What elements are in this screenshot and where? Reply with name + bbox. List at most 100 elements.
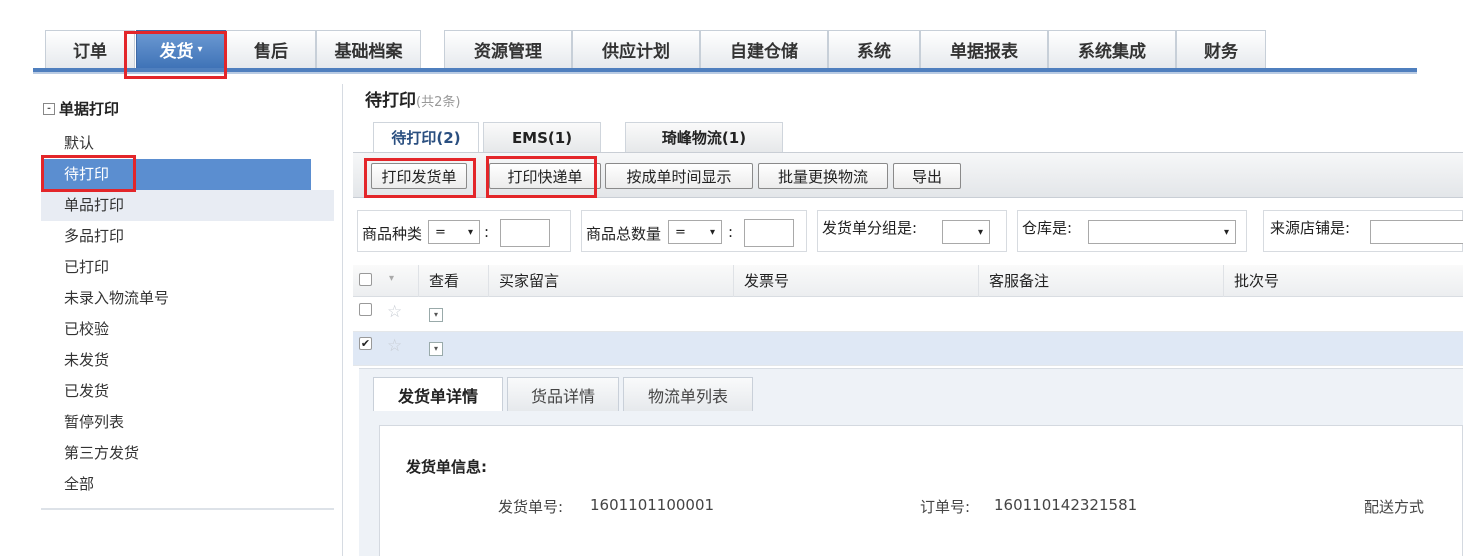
- print-shipping-list-button[interactable]: 打印发货单: [371, 163, 467, 189]
- nav-tab-label: 系统集成: [1078, 42, 1146, 62]
- table-row[interactable]: ✔ ☆ ▾: [353, 332, 1463, 366]
- sidebar: - 单据打印 默认 待打印 单品打印 多品打印 已打印 未录入物流单号 已校验 …: [33, 84, 343, 556]
- select-all-checkbox[interactable]: [359, 273, 372, 286]
- filter-group: 发货单分组是: ▾: [817, 210, 1007, 252]
- tab-label: 琦峰物流(1): [661, 129, 747, 147]
- nav-tab-label: 基础档案: [334, 42, 403, 62]
- grid-header: ▾ 查看 买家留言 发票号 客服备注 批次号: [353, 265, 1463, 297]
- sidebar-item-third-party[interactable]: 第三方发货: [41, 438, 342, 469]
- tab-goods-detail[interactable]: 货品详情: [507, 377, 619, 411]
- table-row[interactable]: ☆ ▾: [353, 298, 1463, 332]
- nav-tab-label: 资源管理: [474, 42, 542, 62]
- tab-logistics-list[interactable]: 物流单列表: [623, 377, 753, 411]
- warehouse-select[interactable]: ▾: [1088, 220, 1236, 244]
- expand-row-icon[interactable]: ▾: [429, 308, 443, 322]
- sidebar-item-all[interactable]: 全部: [41, 469, 342, 500]
- row-checkbox[interactable]: [359, 303, 372, 316]
- show-by-order-time-button[interactable]: 按成单时间显示: [605, 163, 753, 189]
- top-navigation: 订单 发货 ▾ 售后 基础档案 资源管理 供应计划 自建仓储 系统 单据报表 系统…: [0, 0, 1463, 79]
- filter-bar: 商品种类 = ▾ : 商品总数量 = ▾ : 发货单分组是: ▾ 仓库是: ▾ 来源…: [353, 205, 1463, 257]
- nav-tab-basic-archive[interactable]: 基础档案: [316, 30, 421, 68]
- product-kind-operator-select[interactable]: = ▾: [428, 220, 480, 244]
- sidebar-item-label: 单品打印: [64, 196, 125, 214]
- column-header[interactable]: 批次号: [1223, 265, 1463, 297]
- sidebar-item-label: 已打印: [64, 258, 110, 276]
- tab-label: 发货单详情: [397, 386, 478, 406]
- print-express-button[interactable]: 打印快递单: [489, 163, 601, 189]
- column-header[interactable]: 买家留言: [488, 265, 733, 297]
- nav-tab-system[interactable]: 系统: [828, 30, 920, 68]
- order-no-value: 160110142321581: [994, 496, 1138, 514]
- column-header[interactable]: 查看: [418, 265, 488, 297]
- button-label: 导出: [911, 167, 942, 186]
- sidebar-item-to-print[interactable]: 待打印: [41, 159, 311, 190]
- filter-product-total: 商品总数量 = ▾ :: [581, 210, 807, 252]
- filter-product-kind: 商品种类 = ▾ :: [357, 210, 571, 252]
- export-button[interactable]: 导出: [893, 163, 961, 189]
- sidebar-item-paused[interactable]: 暂停列表: [41, 407, 342, 438]
- group-select[interactable]: ▾: [942, 220, 990, 244]
- sidebar-item-label: 暂停列表: [64, 413, 125, 431]
- filter-label: 商品总数量: [586, 225, 662, 243]
- tab-label: EMS(1): [511, 128, 573, 147]
- sidebar-item-label: 多品打印: [64, 227, 125, 245]
- nav-tab-shipping[interactable]: 发货 ▾: [136, 30, 226, 68]
- batch-change-logistics-button[interactable]: 批量更换物流: [758, 163, 888, 189]
- nav-tab-label: 系统: [857, 42, 891, 62]
- nav-tab-label: 单据报表: [950, 42, 1018, 62]
- nav-tab-aftersale[interactable]: 售后: [226, 30, 316, 68]
- store-select[interactable]: [1370, 220, 1463, 244]
- nav-tab-reports[interactable]: 单据报表: [920, 30, 1048, 68]
- tab-label: 物流单列表: [647, 386, 728, 406]
- sidebar-item-verified[interactable]: 已校验: [41, 314, 342, 345]
- star-icon[interactable]: ☆: [387, 336, 402, 356]
- sidebar-section-header[interactable]: - 单据打印: [43, 98, 119, 119]
- sidebar-item-not-shipped[interactable]: 未发货: [41, 345, 342, 376]
- delivery-method-label: 配送方式: [1364, 498, 1425, 516]
- chevron-down-icon: ▾: [709, 226, 715, 238]
- tab-ems[interactable]: EMS(1): [483, 122, 601, 152]
- expand-row-icon[interactable]: ▾: [429, 342, 443, 356]
- button-label: 按成单时间显示: [626, 167, 732, 186]
- nav-tab-supply-plan[interactable]: 供应计划: [572, 30, 700, 68]
- sidebar-item-multi-print[interactable]: 多品打印: [41, 221, 342, 252]
- nav-tab-resource[interactable]: 资源管理: [444, 30, 572, 68]
- sidebar-item-no-tracking[interactable]: 未录入物流单号: [41, 283, 342, 314]
- product-total-input[interactable]: [744, 219, 794, 247]
- filter-colon: :: [728, 223, 734, 241]
- chevron-down-icon: ▾: [197, 44, 203, 55]
- collapse-icon[interactable]: -: [43, 102, 55, 115]
- sidebar-item-default[interactable]: 默认: [41, 128, 342, 159]
- tab-label: 货品详情: [530, 386, 595, 406]
- button-label: 批量更换物流: [777, 167, 868, 186]
- sidebar-divider: [41, 508, 334, 510]
- filter-label: 发货单分组是:: [822, 219, 918, 237]
- nav-tab-label: 发货: [159, 42, 194, 62]
- chevron-down-icon[interactable]: ▾: [389, 273, 394, 284]
- ship-no-label: 发货单号:: [498, 498, 564, 516]
- chevron-down-icon: ▾: [977, 226, 983, 238]
- filter-label: 商品种类: [362, 225, 423, 243]
- sidebar-item-shipped[interactable]: 已发货: [41, 376, 342, 407]
- product-kind-input[interactable]: [500, 219, 550, 247]
- nav-tab-orders[interactable]: 订单: [45, 30, 135, 68]
- sidebar-item-label: 未发货: [64, 351, 110, 369]
- nav-tab-finance[interactable]: 财务: [1176, 30, 1266, 68]
- nav-tab-integration[interactable]: 系统集成: [1048, 30, 1176, 68]
- select-value: =: [675, 224, 686, 240]
- tab-qifeng-logistics[interactable]: 琦峰物流(1): [625, 122, 783, 152]
- tab-to-print[interactable]: 待打印(2): [373, 122, 479, 152]
- tab-shipment-detail[interactable]: 发货单详情: [373, 377, 503, 411]
- column-header[interactable]: 客服备注: [978, 265, 1223, 297]
- sidebar-item-printed[interactable]: 已打印: [41, 252, 342, 283]
- select-value: =: [435, 224, 446, 240]
- sidebar-item-single-print[interactable]: 单品打印: [41, 190, 334, 221]
- product-total-operator-select[interactable]: = ▾: [668, 220, 722, 244]
- filter-warehouse: 仓库是: ▾: [1017, 210, 1247, 252]
- column-header[interactable]: 发票号: [733, 265, 978, 297]
- filter-label: 仓库是:: [1022, 219, 1073, 237]
- star-icon[interactable]: ☆: [387, 302, 402, 322]
- row-checkbox[interactable]: ✔: [359, 337, 372, 350]
- nav-tab-self-warehouse[interactable]: 自建仓储: [700, 30, 828, 68]
- page-title: 待打印(共2条): [365, 86, 460, 111]
